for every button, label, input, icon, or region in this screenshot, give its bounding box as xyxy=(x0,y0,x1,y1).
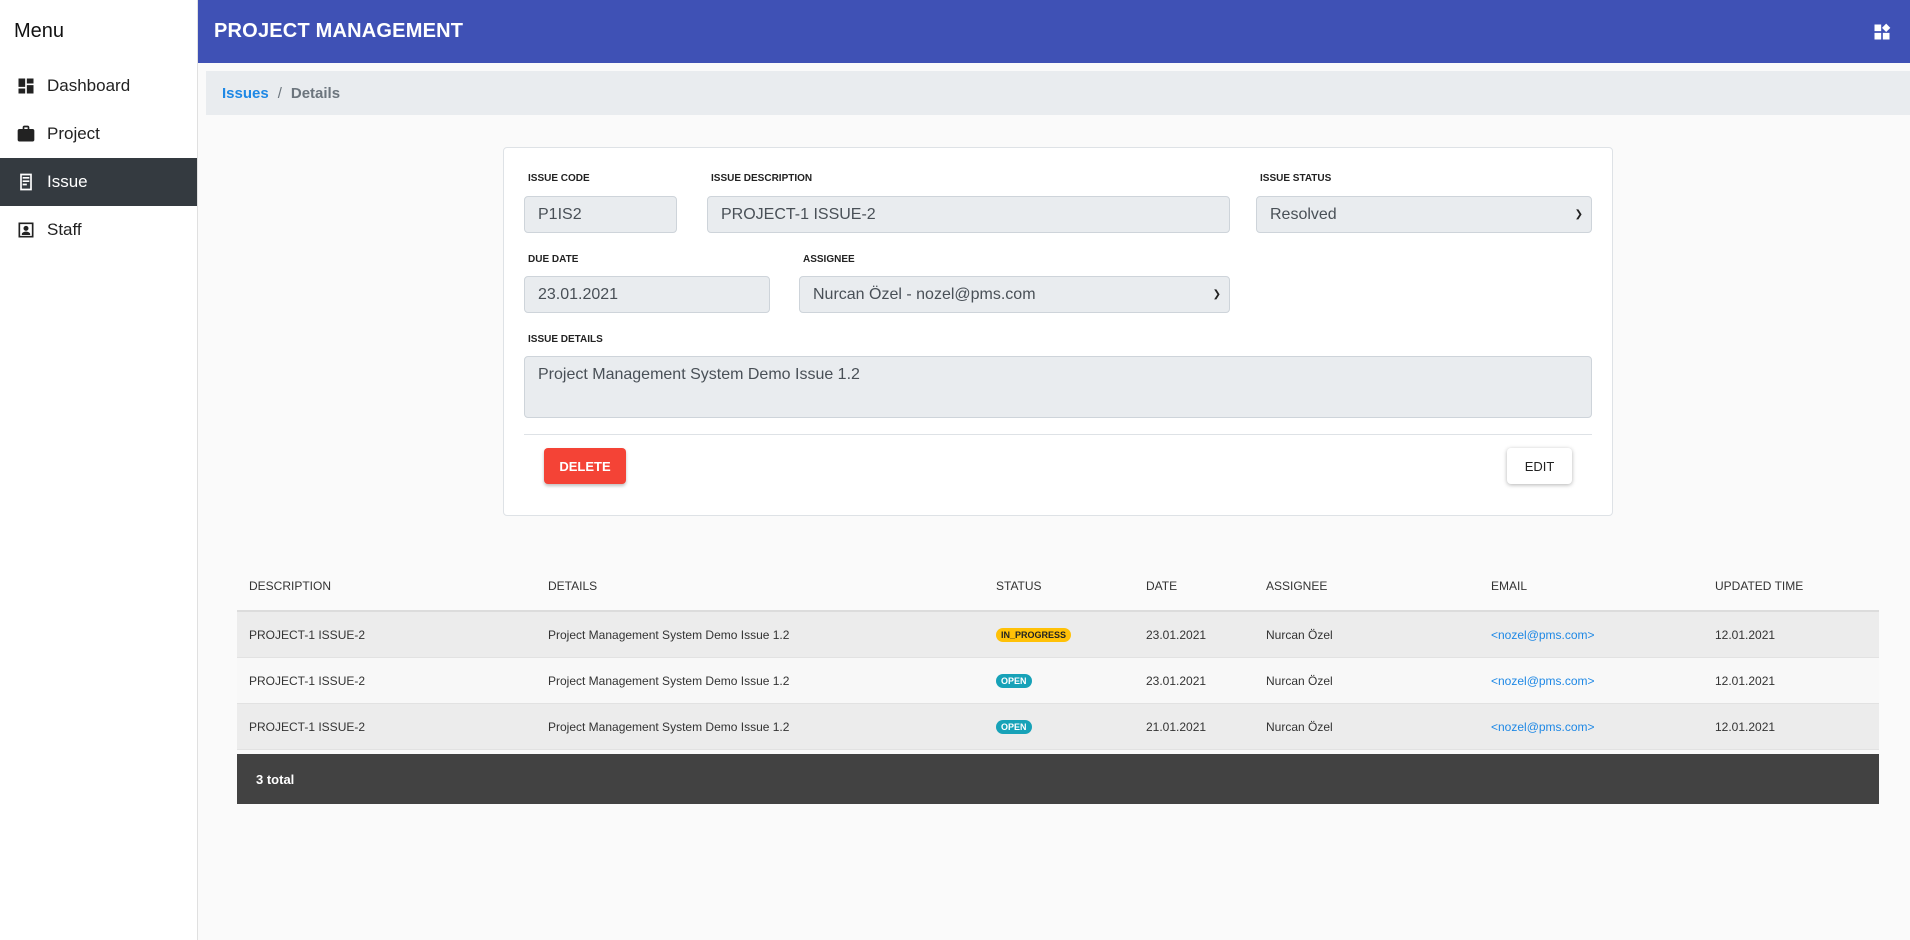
cell-email: <nozel@pms.com> xyxy=(1491,628,1715,642)
table-footer: 3 total xyxy=(237,754,1879,804)
issue-code-value: P1IS2 xyxy=(538,205,582,223)
cell-assignee: Nurcan Özel xyxy=(1266,673,1333,688)
cell-date: 23.01.2021 xyxy=(1146,627,1207,642)
issue-details-label: ISSUE DETAILS xyxy=(528,334,603,345)
cell-date: 23.01.2021 xyxy=(1146,673,1207,688)
cell-assignee: Nurcan Özel xyxy=(1266,719,1333,734)
status-badge: OPEN xyxy=(996,674,1032,688)
sidebar-item-label: Project xyxy=(47,124,100,143)
breadcrumb-separator: / xyxy=(277,84,282,102)
breadcrumb: Issues / Details xyxy=(206,71,1910,115)
app-header: PROJECT MANAGEMENT xyxy=(198,0,1910,63)
cell-description: PROJECT-1 ISSUE-2 xyxy=(249,673,366,688)
sidebar-item-project[interactable]: Project xyxy=(0,110,197,158)
cell-description: PROJECT-1 ISSUE-2 xyxy=(249,719,366,734)
briefcase-icon xyxy=(15,123,37,145)
column-header-assignee[interactable]: ASSIGNEE xyxy=(1266,579,1491,593)
column-header-details[interactable]: DETAILS xyxy=(536,579,984,593)
sidebar-item-label: Staff xyxy=(47,220,82,239)
cell-updated-time: 12.01.2021 xyxy=(1715,627,1776,642)
status-badge: IN_PROGRESS xyxy=(996,628,1072,642)
email-link[interactable]: <nozel@pms.com> xyxy=(1491,674,1595,688)
cell-email: <nozel@pms.com> xyxy=(1491,720,1715,734)
email-link[interactable]: <nozel@pms.com> xyxy=(1491,628,1595,642)
sidebar-item-label: Dashboard xyxy=(47,76,131,95)
total-count: 3 total xyxy=(256,771,295,787)
table-row[interactable]: PROJECT-1 ISSUE-2 Project Management Sys… xyxy=(237,658,1879,704)
issue-description-label: ISSUE DESCRIPTION xyxy=(711,173,813,184)
staff-icon xyxy=(15,219,37,241)
assignee-value: Nurcan Özel - nozel@pms.com xyxy=(813,285,1036,303)
issues-table: DESCRIPTION DETAILS STATUS DATE ASSIGNEE… xyxy=(237,562,1879,804)
column-header-email[interactable]: EMAIL xyxy=(1491,579,1715,593)
issue-status-value: Resolved xyxy=(1270,205,1337,223)
table-row[interactable]: PROJECT-1 ISSUE-2 Project Management Sys… xyxy=(237,612,1879,658)
issue-details-value: Project Management System Demo Issue 1.2 xyxy=(538,366,860,383)
table-header: DESCRIPTION DETAILS STATUS DATE ASSIGNEE… xyxy=(237,562,1879,612)
sidebar-item-label: Issue xyxy=(47,172,88,191)
sidebar: Menu Dashboard Project Issue Staff xyxy=(0,0,198,940)
column-header-status[interactable]: STATUS xyxy=(984,579,1134,593)
issue-form-card: ISSUE CODE P1IS2 ISSUE DESCRIPTION PROJE… xyxy=(503,147,1613,516)
due-date-field[interactable]: 23.01.2021 xyxy=(524,276,770,313)
card-divider xyxy=(524,434,1592,435)
cell-assignee: Nurcan Özel xyxy=(1266,627,1333,642)
cell-details: Project Management System Demo Issue 1.2 xyxy=(548,627,790,642)
status-badge: OPEN xyxy=(996,720,1032,734)
breadcrumb-current: Details xyxy=(290,84,341,102)
due-date-value: 23.01.2021 xyxy=(538,285,619,303)
table-row[interactable]: PROJECT-1 ISSUE-2 Project Management Sys… xyxy=(237,704,1879,750)
cell-updated-time: 12.01.2021 xyxy=(1715,673,1776,688)
cell-status: OPEN xyxy=(984,719,1134,734)
chevron-down-icon: ❯ xyxy=(1574,209,1583,220)
column-header-description[interactable]: DESCRIPTION xyxy=(237,579,536,593)
cell-description: PROJECT-1 ISSUE-2 xyxy=(249,627,366,642)
sidebar-title: Menu xyxy=(14,19,65,42)
app-title: PROJECT MANAGEMENT xyxy=(214,20,464,42)
cell-email: <nozel@pms.com> xyxy=(1491,674,1715,688)
apps-icon[interactable] xyxy=(1870,20,1894,44)
issue-code-field[interactable]: P1IS2 xyxy=(524,196,677,233)
cell-details: Project Management System Demo Issue 1.2 xyxy=(548,719,790,734)
issue-description-value: PROJECT-1 ISSUE-2 xyxy=(721,205,876,223)
email-link[interactable]: <nozel@pms.com> xyxy=(1491,720,1595,734)
dashboard-icon xyxy=(15,75,37,97)
due-date-label: DUE DATE xyxy=(528,254,579,265)
cell-details: Project Management System Demo Issue 1.2 xyxy=(548,673,790,688)
cell-status: OPEN xyxy=(984,673,1134,688)
breadcrumb-link-issues[interactable]: Issues xyxy=(222,85,269,102)
issue-icon xyxy=(15,171,37,193)
column-header-date[interactable]: DATE xyxy=(1134,579,1266,593)
issue-details-textarea[interactable]: Project Management System Demo Issue 1.2 xyxy=(524,356,1592,418)
chevron-down-icon: ❯ xyxy=(1212,289,1221,300)
edit-button[interactable]: EDIT xyxy=(1507,448,1572,484)
issue-description-field[interactable]: PROJECT-1 ISSUE-2 xyxy=(707,196,1230,233)
cell-updated-time: 12.01.2021 xyxy=(1715,719,1776,734)
cell-status: IN_PROGRESS xyxy=(984,627,1134,642)
column-header-updated-time[interactable]: UPDATED TIME xyxy=(1715,579,1879,593)
issue-code-label: ISSUE CODE xyxy=(528,173,590,184)
sidebar-item-staff[interactable]: Staff xyxy=(0,206,197,254)
sidebar-item-dashboard[interactable]: Dashboard xyxy=(0,62,197,110)
assignee-select[interactable]: Nurcan Özel - nozel@pms.com ❯ xyxy=(799,276,1230,313)
issue-status-select[interactable]: Resolved ❯ xyxy=(1256,196,1592,233)
cell-date: 21.01.2021 xyxy=(1146,719,1207,734)
sidebar-item-issue[interactable]: Issue xyxy=(0,158,197,206)
delete-button[interactable]: DELETE xyxy=(544,448,626,484)
assignee-label: ASSIGNEE xyxy=(803,254,855,265)
issue-status-label: ISSUE STATUS xyxy=(1260,173,1332,184)
